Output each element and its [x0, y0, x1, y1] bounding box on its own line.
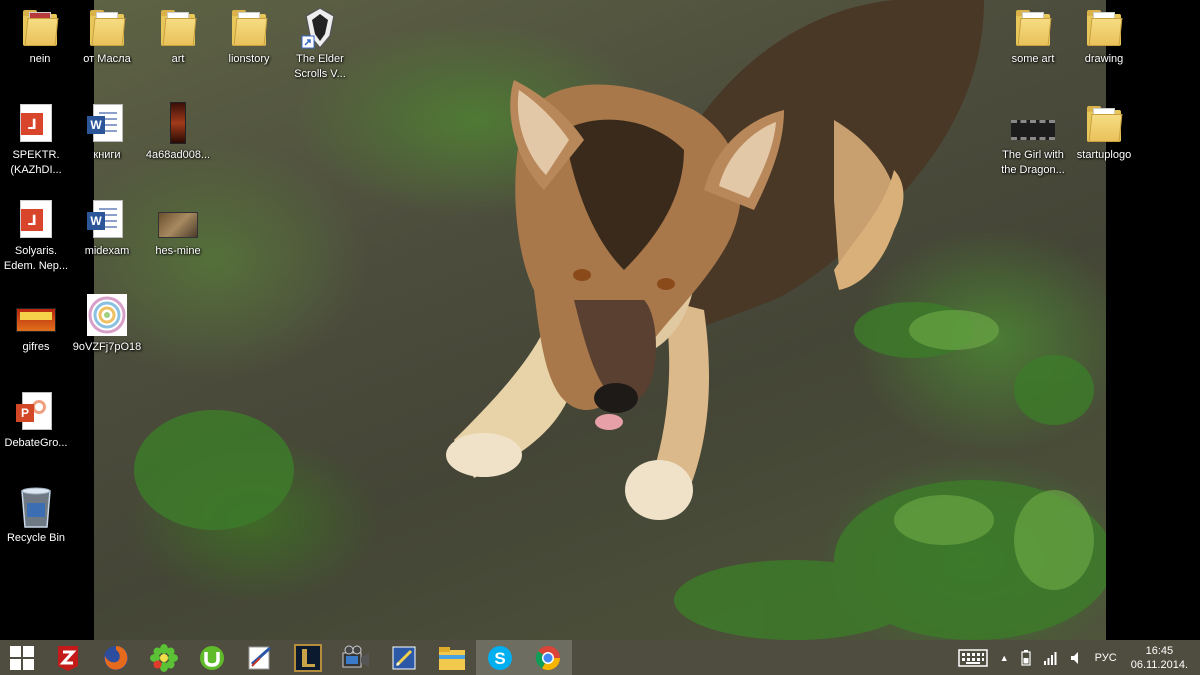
desktop-icon-label: 9oVZFj7pO18 — [72, 341, 142, 353]
clock-time: 16:45 — [1145, 644, 1174, 657]
folder-icon — [87, 6, 127, 50]
desktop-icon-some-art[interactable]: some art — [993, 2, 1073, 67]
battery-indicator[interactable] — [1021, 649, 1031, 666]
folder-icon — [20, 6, 60, 50]
taskbar-skype[interactable]: S — [476, 640, 524, 675]
file-explorer-icon — [439, 646, 465, 670]
desktop-icon-label: Recycle Bin — [6, 532, 66, 544]
pdf-icon: ⅃ — [16, 102, 56, 146]
desktop-icon-label: SPEKTR. (KAZhDI... — [10, 149, 62, 176]
desktop-icon-label: lionstory — [228, 53, 270, 65]
powerpoint-document-icon: P — [16, 390, 56, 434]
image-file-icon — [158, 102, 198, 146]
keyboard-icon — [958, 648, 988, 667]
desktop-icon-label: gifres — [22, 341, 50, 353]
desktop-icon-debategro[interactable]: P DebateGro... — [0, 386, 76, 451]
skype-icon: S — [488, 645, 512, 670]
taskbar-video-editor[interactable] — [332, 640, 380, 675]
desktop-icon-solyaris[interactable]: ⅃ Solyaris. Edem. Nep... — [0, 194, 76, 274]
dog-wallpaper-image — [134, 0, 1106, 640]
folder-icon — [229, 6, 269, 50]
desktop-wallpaper — [94, 0, 1106, 640]
clock-date: 06.11.2014. — [1130, 658, 1188, 671]
desktop-icon-4a68ad008[interactable]: 4a68ad008... — [138, 98, 218, 163]
zotero-icon — [58, 645, 78, 671]
desktop-icon-gifres[interactable]: gifres — [0, 290, 76, 355]
desktop-icon-label: DebateGro... — [4, 437, 68, 449]
desktop-icon-recycle-bin[interactable]: Recycle Bin — [0, 481, 76, 546]
desktop-icon-label: 4a68ad008... — [145, 149, 211, 161]
word-document-icon: W — [87, 198, 127, 242]
touch-keyboard-button[interactable] — [958, 648, 988, 667]
taskbar-zotero[interactable] — [44, 640, 92, 675]
video-file-icon — [1011, 102, 1055, 146]
desktop-icon-label: hes-mine — [155, 245, 201, 257]
desktop-icon-label: art — [171, 53, 185, 65]
show-hidden-icons-button[interactable]: ▲ — [1000, 653, 1009, 663]
recycle-bin-icon — [16, 485, 56, 529]
pen-note-icon — [392, 646, 416, 669]
system-tray: ▲ РУС 16:45 06.11.2014. — [952, 640, 1200, 675]
desktop-icon-label: drawing — [1084, 53, 1124, 65]
firefox-icon — [104, 645, 128, 670]
signal-bars-icon — [1043, 651, 1057, 665]
taskbar-chrome[interactable] — [524, 640, 572, 675]
image-file-icon — [158, 198, 198, 242]
desktop-icon-midexam[interactable]: W midexam — [67, 194, 147, 259]
windows-logo-icon — [10, 645, 34, 670]
skyrim-shortcut-icon — [300, 6, 340, 50]
network-indicator[interactable] — [1043, 651, 1057, 665]
taskbar-file-explorer[interactable] — [428, 640, 476, 675]
language-label: РУС — [1094, 651, 1117, 664]
desktop-icon-label: Solyaris. Edem. Nep... — [3, 245, 69, 272]
desktop-icon-art[interactable]: art — [138, 2, 218, 67]
desktop-icon-hes-mine[interactable]: hes-mine — [138, 194, 218, 259]
start-button[interactable] — [0, 640, 44, 675]
desktop-icon-label: книги — [93, 149, 121, 161]
taskbar-icq[interactable] — [140, 640, 188, 675]
image-file-icon — [87, 294, 127, 338]
taskbar-app[interactable] — [236, 640, 284, 675]
taskbar-firefox[interactable] — [92, 640, 140, 675]
desktop-icon-label: some art — [1011, 53, 1055, 65]
desktop-icon-9ovzfj7po18[interactable]: 9oVZFj7pO18 — [67, 290, 147, 355]
league-of-legends-icon — [294, 643, 322, 672]
input-language-indicator[interactable]: РУС — [1095, 652, 1117, 664]
folder-icon — [1084, 6, 1124, 50]
folder-icon — [1013, 6, 1053, 50]
taskbar-utorrent[interactable] — [188, 640, 236, 675]
desktop-icon-label: midexam — [84, 245, 130, 257]
taskbar-notepad[interactable] — [380, 640, 428, 675]
taskbar: S ▲ РУС 16:45 06.11.2014. — [0, 640, 1200, 675]
desktop-icon-label: The Girl with the Dragon... — [1001, 149, 1065, 176]
battery-icon — [1021, 649, 1031, 666]
utorrent-icon — [200, 645, 224, 670]
folder-icon — [158, 6, 198, 50]
icq-flower-icon — [150, 643, 178, 672]
app-icon — [248, 646, 271, 669]
desktop-icon-the-girl-with-the-dragon[interactable]: The Girl with the Dragon... — [993, 98, 1073, 178]
desktop-icon-lionstory[interactable]: lionstory — [209, 2, 289, 67]
desktop-icon-skyrim[interactable]: The Elder Scrolls V... — [280, 2, 360, 82]
clock[interactable]: 16:45 06.11.2014. — [1131, 644, 1188, 672]
speaker-icon — [1070, 651, 1078, 664]
desktop-icon-ot-masla[interactable]: от Масла — [67, 2, 147, 67]
chevron-up-icon: ▲ — [999, 652, 1009, 663]
desktop-icon-startuplogo[interactable]: startuplogo — [1064, 98, 1144, 163]
folder-icon — [1084, 102, 1124, 146]
desktop-icon-spektr[interactable]: ⅃ SPEKTR. (KAZhDI... — [0, 98, 76, 178]
gif-image-icon — [16, 294, 56, 338]
svg-text:S: S — [494, 649, 505, 668]
desktop-icon-knigi[interactable]: W книги — [67, 98, 147, 163]
pdf-icon: ⅃ — [16, 198, 56, 242]
desktop-icon-drawing[interactable]: drawing — [1064, 2, 1144, 67]
desktop-icon-label: The Elder Scrolls V... — [294, 53, 346, 80]
desktop-icon-label: startuplogo — [1076, 149, 1132, 161]
film-camera-icon — [342, 645, 369, 667]
volume-control[interactable] — [1069, 651, 1083, 665]
word-document-icon: W — [87, 102, 127, 146]
chrome-icon — [535, 645, 560, 670]
taskbar-league-of-legends[interactable] — [284, 640, 332, 675]
desktop-icon-label: от Масла — [83, 53, 131, 65]
